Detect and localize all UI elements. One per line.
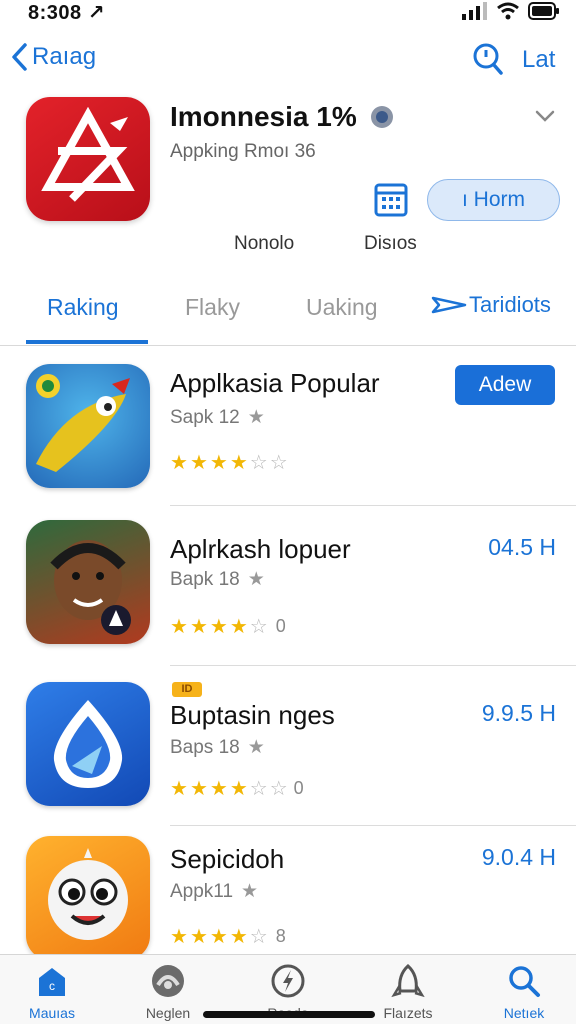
app-icon-drop — [26, 682, 150, 806]
app-icon-fish — [26, 364, 150, 488]
list-item[interactable]: ID Buptasin nges Baps 18 ★ ★ ★ ★ ★ ☆ ☆ 0 9.9.… — [0, 666, 576, 826]
app-sub-text: Sapk 12 — [170, 406, 240, 428]
status-icons — [462, 2, 560, 20]
view-button[interactable]: Adew — [455, 365, 555, 405]
app-sub: Baps 18 ★ — [170, 736, 265, 759]
rating-stars: ★ ★ ★ ★ ☆ ☆ 0 — [170, 778, 304, 800]
rating-stars: ★ ★ ★ ★ ☆ 8 — [170, 926, 286, 948]
tab-bar-item-home[interactable]: c Mauıas — [2, 961, 102, 1021]
calendar-icon — [374, 183, 408, 217]
triangle-logo-icon — [41, 107, 135, 202]
nav-search-button[interactable] — [472, 42, 504, 81]
app-sub: Appk11 ★ — [170, 880, 258, 903]
back-label: Raıag — [32, 43, 97, 70]
badge: ID — [172, 682, 202, 697]
app-name: Imonnesia 1% — [170, 101, 357, 132]
star-icon: ★ — [241, 881, 259, 902]
wifi-icon — [497, 2, 519, 20]
rating-stars: ★ ★ ★ ★ ☆ 0 — [170, 616, 286, 638]
meta-left: Nonolo — [234, 233, 295, 254]
tab-flaky[interactable]: Flaky — [185, 294, 240, 321]
app-title: Sepicidoh — [170, 844, 285, 874]
rating-text: 0 — [293, 778, 304, 798]
star-icon: ★ — [247, 569, 265, 590]
meta-right: Disıos — [364, 233, 417, 254]
game-controller-icon — [152, 965, 184, 997]
home-indicator — [203, 1011, 375, 1018]
home-icon: c — [39, 968, 65, 996]
nav-right-button[interactable]: Lat — [522, 46, 555, 74]
tab-bar-item-search[interactable]: Netıek — [474, 961, 574, 1021]
tab-bar-label: Mauıas — [29, 1005, 75, 1021]
back-button[interactable]: Raıag — [10, 42, 96, 72]
app-title: Applkasia Popular — [170, 368, 380, 398]
app-icon-avatar — [26, 520, 150, 644]
app-sub: Bapk 18 ★ — [170, 568, 265, 591]
lightning-icon — [271, 964, 305, 998]
price-button[interactable]: 04.5 H — [488, 534, 556, 561]
app-icon-face — [26, 836, 150, 960]
app-title: Aplrkash lopuer — [170, 534, 351, 564]
rating-text: 8 — [275, 926, 286, 946]
star-icon: ★ — [247, 407, 265, 428]
send-icon — [431, 296, 467, 314]
list-item[interactable]: Aplrkash lopuer Bapk 18 ★ ★ ★ ★ ★ ☆ 0 04.5 H — [0, 506, 576, 666]
svg-text:c: c — [49, 979, 55, 993]
calendar-button[interactable] — [374, 181, 408, 222]
app-sub-text: Bapk 18 — [170, 568, 240, 590]
star-icon: ★ — [247, 737, 265, 758]
app-sub-text: Baps 18 — [170, 736, 240, 758]
signal-icon — [462, 2, 487, 20]
chevron-left-icon — [12, 43, 27, 71]
status-bar: 8:308 ↗ — [0, 0, 576, 26]
tab-bar-label: Netıek — [503, 1005, 545, 1021]
tab-underline — [26, 340, 148, 344]
app-header: Imonnesia 1% Appking Rmoı 36 ı Horm Nono… — [0, 95, 576, 265]
search-icon — [473, 43, 503, 75]
search-icon — [509, 966, 540, 997]
tab-raking[interactable]: Raking — [47, 294, 119, 321]
app-title: Buptasin nges — [170, 700, 335, 730]
rating-stars: ★ ★ ★ ★ ☆ ☆ — [170, 452, 288, 474]
rocket-icon — [391, 963, 425, 998]
tab-taridiots-label: Taridiots — [469, 292, 551, 317]
app-icon — [26, 97, 150, 221]
verified-icon — [370, 105, 394, 134]
get-button[interactable]: ı Horm — [427, 179, 560, 221]
app-sub-text: Appk11 — [170, 880, 234, 902]
app-sub: Sapk 12 ★ — [170, 406, 265, 429]
rating-text: 0 — [275, 616, 286, 636]
tab-uaking[interactable]: Uaking — [306, 294, 378, 321]
app-subtitle: Appking Rmoı 36 — [170, 141, 316, 162]
list-item[interactable]: Applkasia Popular Sapk 12 ★ ★ ★ ★ ★ ☆ ☆ Adew — [0, 346, 576, 506]
status-time: 8:308 ↗ — [28, 2, 105, 24]
segment-tabs: Raking Flaky Uaking Taridiots — [0, 284, 576, 346]
price-button[interactable]: 9.9.5 H — [482, 700, 556, 727]
nav-bar: Raıag Lat — [0, 36, 576, 84]
battery-icon — [528, 2, 559, 20]
tab-taridiots[interactable]: Taridiots — [431, 292, 551, 318]
price-button[interactable]: 9.0.4 H — [482, 844, 556, 871]
chevron-down-icon[interactable] — [534, 109, 556, 128]
